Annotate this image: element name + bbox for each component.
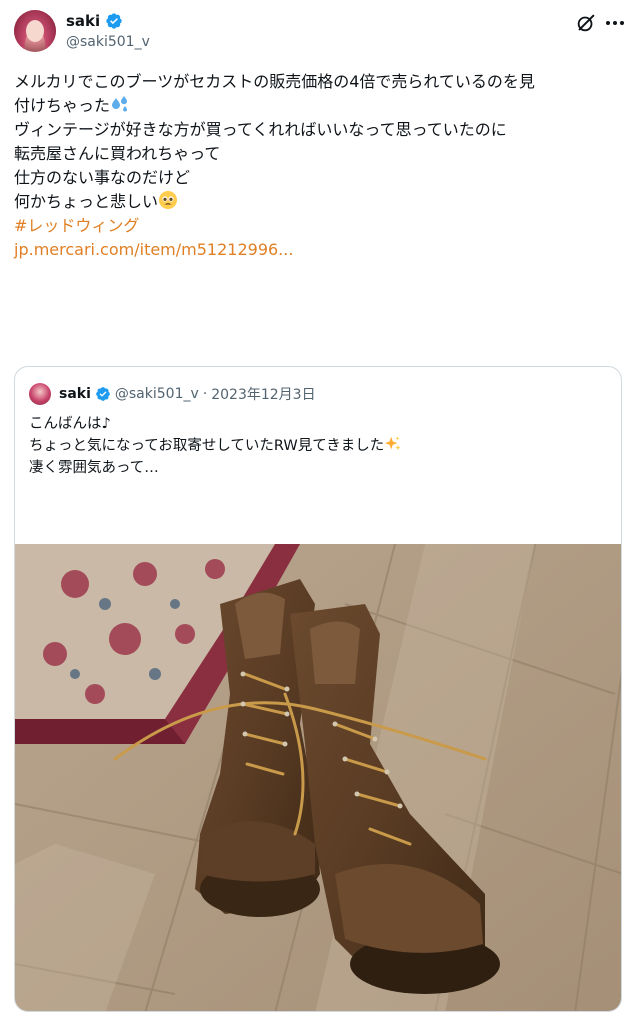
tweet: saki @saki501_v メルカリでこのブーツがセカストの販売価格の4倍で… [0,0,640,1024]
quoted-line: こんばんは♪ [29,416,111,432]
grok-icon[interactable] [575,12,597,34]
author-avatar[interactable] [14,10,56,52]
pleading-face-emoji-icon [159,191,178,209]
boots-photo[interactable] [15,544,622,1012]
tweet-line: 仕方のない事なのだけど [14,168,191,187]
separator-dot: · [202,386,208,402]
author-name[interactable]: saki [66,12,100,30]
sparkles-emoji-icon [385,436,401,451]
tweet-line: 何かちょっと悲しい [14,190,624,214]
tweet-line: 付けちゃった [14,94,624,118]
quoted-author-handle[interactable]: @saki501_v [115,386,199,402]
tweet-line: メルカリでこのブーツがセカストの販売価格の4倍で売られているのを見 [14,72,535,91]
author-handle[interactable]: @saki501_v [66,34,150,50]
hashtag-link[interactable]: #レッドウィング [14,214,624,238]
verified-badge-icon [96,387,110,401]
quoted-line: ちょっと気になってお取寄せしていたRW見てきました [29,435,609,457]
tweet-line: 転売屋さんに買われちゃって [14,144,221,163]
quoted-date[interactable]: 2023年12月3日 [211,384,315,404]
more-options-icon[interactable] [603,12,627,34]
tweet-text: メルカリでこのブーツがセカストの販売価格の4倍で売られているのを見 付けちゃった… [14,70,624,262]
quoted-text: こんばんは♪ ちょっと気になってお取寄せしていたRW見てきました 凄く雰囲気あっ… [29,413,609,479]
quoted-author-name[interactable]: saki [59,386,91,402]
tweet-line: ヴィンテージが好きな方が買ってくれればいいなって思っていたのに [14,120,507,139]
mercari-link[interactable]: jp.mercari.com/item/m51212996... [14,238,624,262]
quoted-tweet[interactable]: saki @saki501_v · 2023年12月3日 こんばんは♪ ちょっと… [14,366,622,1012]
quoted-author-avatar[interactable] [29,383,51,405]
quoted-line: 凄く雰囲気あって… [29,460,159,476]
author-name-row: saki [66,12,123,30]
verified-badge-icon [106,13,122,29]
sweat-droplets-emoji-icon [112,96,128,112]
quoted-header: saki @saki501_v · 2023年12月3日 [59,384,316,404]
